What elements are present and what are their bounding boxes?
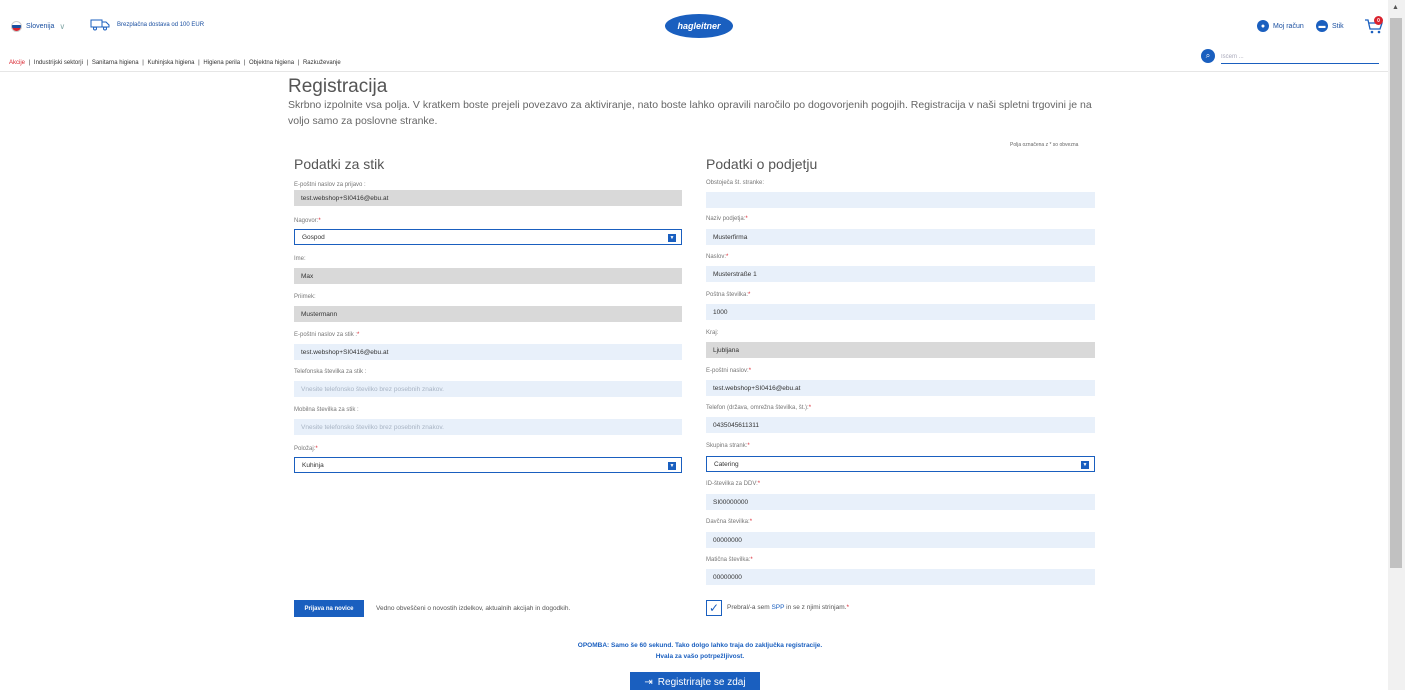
lastname-label: Priimek: — [294, 294, 316, 300]
user-icon: ● — [1257, 20, 1269, 32]
page-title: Registracija — [288, 76, 388, 97]
terms-text: Prebral/-a sem SPP in se z njimi strinja… — [727, 604, 849, 611]
lastname-field: Mustermann — [294, 306, 682, 322]
checkmark-icon: ✓ — [708, 601, 720, 615]
city-field: Ljubljana — [706, 342, 1095, 358]
vat-field[interactable]: SI00000000 — [706, 494, 1095, 510]
note-line-1: OPOMBA: Samo še 60 sekund. Tako dolgo la… — [577, 642, 823, 649]
country-selector[interactable]: Slovenija ∨ — [11, 21, 65, 32]
company-name-label: Naziv podjetja:* — [706, 216, 748, 222]
zip-label: Poštna številka:* — [706, 292, 751, 298]
customer-no-label: Obstoječa št. stranke: — [706, 180, 765, 186]
search-icon[interactable]: ⌕ — [1201, 49, 1215, 63]
registration-note: OPOMBA: Samo še 60 sekund. Tako dolgo la… — [490, 640, 910, 662]
menu-separator: | — [27, 60, 32, 66]
account-label: Moj račun — [1273, 22, 1304, 30]
position-value: Kuhinja — [302, 461, 324, 469]
tax-label: Davčna številka:* — [706, 519, 753, 525]
header: Slovenija ∨ Brezplačna dostava od 100 EU… — [0, 0, 1388, 72]
free-shipping-text: Brezplačna dostava od 100 EUR — [117, 22, 205, 28]
terms-link[interactable]: SPP — [771, 604, 784, 611]
firstname-label: Ime: — [294, 256, 306, 262]
contact-label: Stik — [1332, 22, 1344, 30]
menu-item-disinfection[interactable]: Razkuževanje — [303, 60, 341, 66]
scrollbar-thumb[interactable] — [1390, 18, 1402, 568]
city-label: Kraj: — [706, 330, 719, 336]
salutation-value: Gospod — [302, 233, 325, 241]
menu-item-facility[interactable]: Objektna higiena — [249, 60, 294, 66]
position-label: Položaj:* — [294, 446, 318, 452]
chat-icon: ▬ — [1316, 20, 1328, 32]
scroll-up-arrow-icon[interactable]: ▲ — [1392, 4, 1399, 11]
slovenia-flag-icon — [11, 21, 22, 32]
country-label: Slovenija — [26, 23, 55, 30]
zip-field[interactable]: 1000 — [706, 304, 1095, 320]
menu-item-akcije[interactable]: Akcije — [9, 60, 25, 66]
cart-count-badge: 0 — [1374, 16, 1383, 25]
terms-checkbox[interactable]: ✓ — [706, 600, 722, 616]
email-login-field: test.webshop+SI0416@ebu.at — [294, 190, 682, 206]
email-contact-field[interactable]: test.webshop+SI0416@ebu.at — [294, 344, 682, 360]
newsletter-text: Vedno obveščeni o novostih izdelkov, akt… — [376, 605, 571, 612]
phone-label: Telefonska številka za stik : — [294, 369, 367, 375]
my-account-link[interactable]: ● Moj račun — [1257, 20, 1304, 32]
customer-group-label: Skupina strank:* — [706, 443, 750, 449]
menu-separator: | — [140, 60, 146, 66]
address-label: Naslov:* — [706, 254, 729, 260]
salutation-label: Nagovor:* — [294, 218, 321, 224]
register-button-label: Registrirajte se zdaj — [657, 677, 746, 688]
newsletter-button[interactable]: Prijava na novice — [294, 600, 364, 617]
chevron-down-icon: ▼ — [668, 462, 676, 470]
address-field[interactable]: Musterstraße 1 — [706, 266, 1095, 282]
tax-field[interactable]: 00000000 — [706, 532, 1095, 548]
truck-icon — [90, 19, 110, 31]
chevron-down-icon: ▼ — [668, 234, 676, 242]
menu-separator: | — [196, 60, 202, 66]
company-email-field[interactable]: test.webshop+SI0416@ebu.at — [706, 380, 1095, 396]
register-button[interactable]: ⇥ Registrirajte se zdaj — [630, 672, 760, 690]
chevron-down-icon: ▼ — [1081, 461, 1089, 469]
email-contact-label: E-poštni naslov za stik :* — [294, 332, 360, 338]
menu-separator: | — [84, 60, 90, 66]
menu-item-laundry[interactable]: Higiena perila — [203, 60, 240, 66]
menu-separator: | — [296, 60, 301, 66]
company-phone-field[interactable]: 0435045611311 — [706, 417, 1095, 433]
intro-text: Skrbno izpolnite vsa polja. V kratkem bo… — [288, 99, 1092, 127]
vat-label: ID-številka za DDV:* — [706, 481, 761, 487]
mobile-field[interactable]: Vnesite telefonsko številko brez posebni… — [294, 419, 682, 435]
mobile-label: Mobilna številka za stik : — [294, 407, 359, 413]
main-menu: Akcije | Industrijski sektorji | Sanitar… — [9, 60, 343, 66]
search-input[interactable] — [1221, 50, 1379, 64]
company-section-heading: Podatki o podjetju — [706, 156, 818, 172]
menu-item-kitchen[interactable]: Kuhinjska higiena — [147, 60, 194, 66]
position-select[interactable]: Kuhinja ▼ — [294, 457, 682, 473]
email-login-label: E-poštni naslov za prijavo : — [294, 182, 366, 188]
sign-in-icon: ⇥ — [644, 677, 653, 688]
note-line-2: Hvala za vašo potrpežljivost. — [655, 653, 745, 660]
menu-item-sanitary[interactable]: Sanitarna higiena — [92, 60, 139, 66]
required-note: Polja označena z * so obvezna — [1010, 142, 1079, 148]
customer-group-select[interactable]: Catering ▼ — [706, 456, 1095, 472]
customer-group-value: Catering — [714, 460, 739, 468]
company-email-label: E-poštni naslov:* — [706, 368, 752, 374]
reg-no-label: Matična številka:* — [706, 557, 753, 563]
salutation-select[interactable]: Gospod ▼ — [294, 229, 682, 245]
customer-no-field[interactable] — [706, 192, 1095, 208]
phone-field[interactable]: Vnesite telefonsko številko brez posebni… — [294, 381, 682, 397]
menu-item-industrial[interactable]: Industrijski sektorji — [34, 60, 83, 66]
hagleitner-logo[interactable]: hagleitner — [665, 14, 733, 38]
chevron-down-icon: ∨ — [59, 22, 66, 31]
company-phone-label: Telefon (država, omrežna številka, št.):… — [706, 405, 812, 411]
company-name-field[interactable]: Musterfirma — [706, 229, 1095, 245]
contact-link[interactable]: ▬ Stik — [1316, 20, 1344, 32]
firstname-field: Max — [294, 268, 682, 284]
contact-section-heading: Podatki za stik — [294, 156, 385, 172]
menu-separator: | — [242, 60, 248, 66]
reg-no-field[interactable]: 00000000 — [706, 569, 1095, 585]
